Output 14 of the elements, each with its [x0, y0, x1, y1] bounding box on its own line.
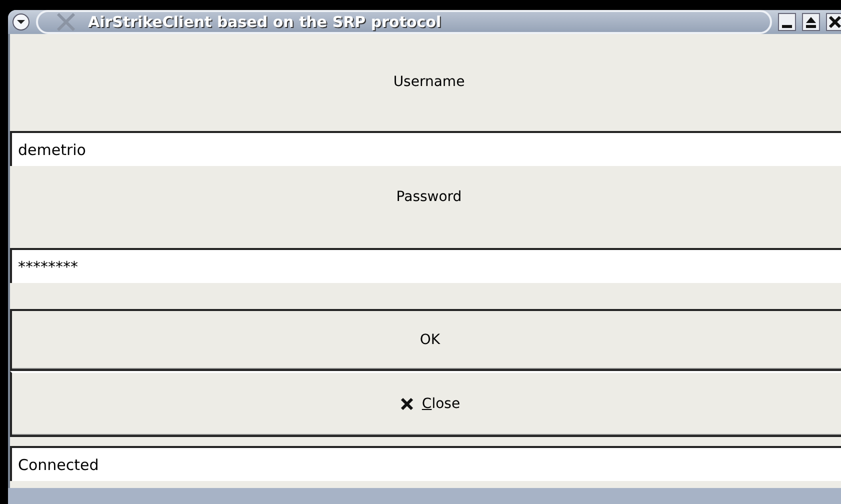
close-button[interactable]: Close: [10, 371, 841, 437]
ok-button[interactable]: OK: [10, 309, 841, 371]
field-label: Username: [393, 74, 465, 90]
window-menu-icon[interactable]: [12, 13, 30, 31]
maximize-icon[interactable]: [802, 13, 820, 31]
field-label: Password: [396, 189, 462, 205]
password-field[interactable]: ********: [10, 248, 841, 283]
minimize-icon[interactable]: [778, 13, 796, 31]
close-icon[interactable]: [826, 13, 841, 31]
username-field[interactable]: demetrio: [10, 131, 841, 166]
x-icon: [400, 397, 414, 411]
status-field: Connected: [10, 446, 841, 481]
window-title: AirStrikeClient based on the SRP protocol: [88, 13, 442, 31]
x-logo-icon: [56, 12, 76, 32]
